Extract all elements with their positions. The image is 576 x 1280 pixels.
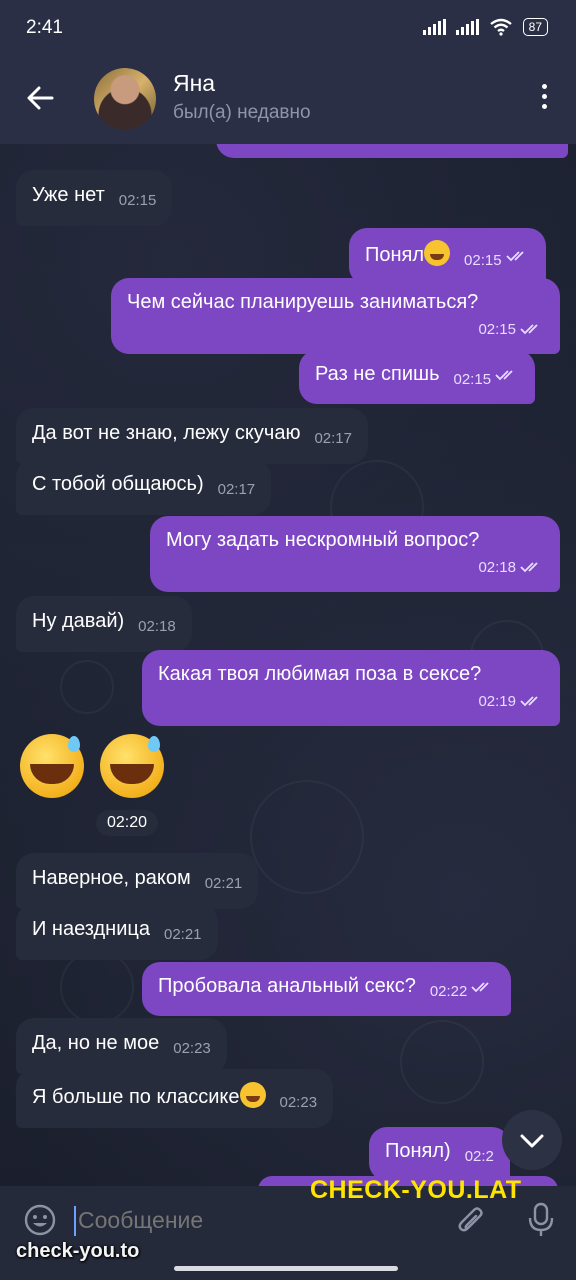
chat-header: Яна был(а) недавно [0,58,576,144]
message-outgoing[interactable]: Понял 02:15 [349,228,546,285]
message-incoming[interactable]: Ну давай) 02:18 [16,596,192,652]
double-check-icon [505,251,524,262]
message-text: Да, но не мое [32,1032,160,1054]
message-incoming[interactable]: И наездница 02:21 [16,904,218,960]
grinning-sweat-emoji-icon[interactable] [100,734,164,798]
message-outgoing[interactable]: Пробовала анальный секс? 02:22 [142,962,512,1016]
paperclip-icon[interactable] [456,1204,486,1238]
message-time: 02:15 [478,321,516,338]
message-outgoing[interactable]: Раз не спишь 02:15 [299,350,536,404]
message-outgoing[interactable]: Понял) 02:2 [369,1127,510,1181]
home-indicator[interactable] [174,1266,398,1271]
double-check-icon [520,324,538,335]
text-caret [74,1206,76,1236]
double-check-icon [520,696,538,707]
message-text: Наверное, раком [32,867,191,889]
message-time: 02:15 [453,371,492,388]
message-outgoing[interactable]: Могу задать нескромный вопрос? 02:18 [150,516,560,592]
chevron-down-icon [520,1134,544,1148]
message-text: Могу задать нескромный вопрос? [166,529,480,551]
message-text: Понял) [385,1140,451,1162]
message-time: 02:19 [478,693,516,710]
wallpaper-doodle [60,660,114,714]
grinning-sweat-emoji-icon [424,240,451,266]
message-incoming[interactable]: Да вот не знаю, лежу скучаю 02:17 [16,408,368,464]
message-time: 02:23 [279,1094,318,1111]
grinning-sweat-emoji-icon [239,1082,266,1108]
wifi-icon [489,18,512,36]
message-text: Я больше по классике [32,1086,240,1108]
message-text: Понял [365,244,425,266]
signal-icon [455,19,479,35]
message-incoming[interactable]: С тобой общаюсь) 02:17 [16,459,272,515]
double-check-icon [495,370,513,381]
message-time: 02:17 [217,481,256,498]
watermark-top: CHECK-YOU.LAT [310,1176,522,1204]
scroll-down-button[interactable] [502,1110,562,1170]
grinning-sweat-emoji-icon[interactable] [20,734,84,798]
message-outgoing[interactable]: Чем сейчас планируешь заниматься? 02:15 [111,278,560,354]
message-time: 02:18 [478,559,516,576]
message-text: С тобой общаюсь) [32,473,204,495]
contact-status: был(а) недавно [173,102,311,123]
message-time: 02:18 [138,618,176,635]
message-time: 02:20 [96,810,158,836]
message-time: 02:17 [314,430,352,447]
message-text: Раз не спишь [315,363,440,385]
watermark-bottom: check-you.to [16,1240,140,1262]
message-incoming[interactable]: Да, но не мое 02:23 [16,1018,227,1074]
avatar[interactable] [94,68,156,130]
double-check-icon [520,562,538,573]
microphone-icon[interactable] [526,1202,556,1238]
message-outgoing[interactable]: Какая твоя любимая поза в сексе? 02:19 [142,650,560,726]
message-time: 02:22 [429,983,468,1000]
message-incoming[interactable]: Я больше по классике 02:23 [16,1069,334,1128]
back-arrow-icon[interactable] [24,82,56,114]
message-text: Какая твоя любимая поза в сексе? [158,663,482,685]
more-menu-icon[interactable] [540,84,548,114]
message-time: 02:21 [163,926,202,943]
message-text: Ну давай) [32,610,125,632]
message-text: Чем сейчас планируешь заниматься? [127,291,479,313]
message-incoming[interactable]: Наверное, раком 02:21 [16,853,259,909]
emoji-icon[interactable] [24,1204,56,1236]
status-time: 2:41 [26,17,63,38]
message-text: Да вот не знаю, лежу скучаю [32,422,301,444]
message-time: 02:2 [464,1148,494,1165]
message-time: 02:15 [118,192,157,209]
message-time: 02:15 [464,252,502,269]
double-check-icon [471,982,490,993]
message-text: Уже нет [32,184,105,206]
wallpaper-doodle [250,780,364,894]
message-time: 02:23 [173,1040,211,1057]
message-time: 02:21 [204,875,243,892]
message-text: Пробовала анальный секс? [158,975,416,997]
status-bar: 2:41 87 [0,0,576,58]
message-text: И наездница [32,918,150,940]
message-incoming[interactable]: Уже нет 02:15 [16,170,173,226]
wallpaper-doodle [60,950,134,1024]
status-icons: 87 [422,18,548,36]
signal-icon [422,19,446,35]
battery-icon: 87 [522,18,548,36]
contact-name[interactable]: Яна [173,70,215,97]
message-input[interactable] [74,1202,438,1238]
wallpaper-doodle [400,1020,484,1104]
